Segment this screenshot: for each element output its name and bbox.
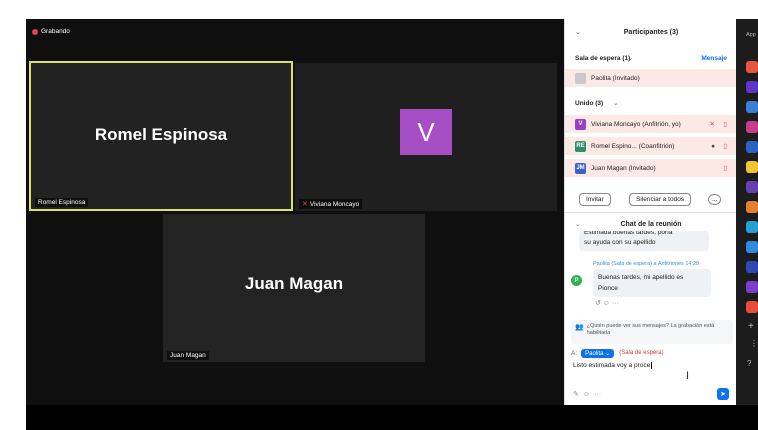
app-icon[interactable] [746, 221, 758, 233]
apps-sidebar: App + ⋮ ? [736, 19, 758, 405]
video-off-icon[interactable]: ▯ [723, 142, 727, 150]
joined-header[interactable]: Unido (3) ⌄ [565, 96, 737, 110]
privacy-notice: 👥 ¿Quién puede ver sus mensajes? La grab… [571, 320, 733, 344]
notice-text: ¿Quién puede ver sus mensajes? La grabac… [586, 323, 715, 336]
chevron-down-icon: ⌄ [628, 55, 634, 62]
joined-label: Unido (3) [575, 99, 604, 107]
app-icon[interactable] [746, 301, 758, 313]
draft-text: Listo estimada voy a proce [573, 362, 651, 369]
add-app-icon[interactable]: + [748, 321, 754, 332]
avatar-initial: V [417, 116, 435, 147]
video-gallery: Romel Espinosa Romel Espinosa V ✕ Vivian… [26, 19, 564, 405]
app-icon[interactable] [746, 101, 758, 113]
app-icon[interactable] [746, 201, 758, 213]
app-icon[interactable] [746, 241, 758, 253]
people-icon: 👥 [575, 324, 584, 331]
invite-button[interactable]: Invitar [579, 192, 611, 206]
participant-name: Romel Espino... (Coanfitrión) [591, 142, 675, 150]
participants-actions: Invitar Silenciar a todos ... [565, 191, 737, 207]
participant-row[interactable]: V Viviana Moncayo (Anfitrión, yo) ✕ ▯ [565, 115, 737, 133]
mic-icon[interactable]: ● [711, 143, 715, 150]
message-reactions[interactable]: ↺ ☺ ··· [595, 299, 731, 307]
app-icon[interactable] [746, 181, 758, 193]
participant-name: Viviana Moncayo (Anfitrión, yo) [591, 120, 681, 128]
mic-muted-icon: ✕ [302, 201, 308, 208]
participants-title: Participantes (3) [623, 28, 679, 36]
more-icon[interactable]: ··· [594, 391, 601, 398]
tile-label: ✕ Viviana Moncayo [299, 199, 363, 209]
waiting-room-label: Sala de espera (1) [575, 54, 631, 62]
recipient-name: Paolita [585, 350, 604, 357]
app-icon[interactable] [746, 141, 758, 153]
record-icon [32, 28, 38, 35]
message-text: Buenas tardes, mi apellido es [598, 274, 684, 281]
tile-label: Romel Espinosa [35, 198, 89, 207]
message-bubble: Estimada buenas tardes, porfa su ayuda c… [579, 231, 709, 251]
app-icon[interactable] [746, 281, 758, 293]
participant-name: Juan Magan [244, 274, 344, 293]
chat-toolbar: ✎ ☺ ··· ➤ [565, 387, 737, 401]
member-name: Paolita (Invitado) [591, 74, 640, 82]
recipient-row: A: Paolita ⌄ (Sala de espera) [565, 346, 737, 360]
mute-all-button[interactable]: Silenciar a todos [629, 192, 692, 206]
emoji-icon[interactable]: ☺ [583, 391, 590, 398]
waiting-member[interactable]: Paolita (Invitado) [565, 69, 737, 87]
app-icon[interactable] [746, 81, 758, 93]
video-off-icon[interactable]: ▯ [723, 120, 727, 128]
more-icon[interactable]: ⋮ [750, 339, 758, 348]
message-bubble: Buenas tardes, mi apellido es Pionce [593, 269, 711, 297]
message-text: Pionce [598, 285, 618, 292]
avatar [575, 72, 586, 84]
avatar: JM [575, 162, 586, 174]
message-button[interactable]: Mensaje [701, 55, 727, 62]
app-icon[interactable] [746, 61, 758, 73]
participants-header: ⌄ Participantes (3) [565, 25, 737, 39]
participant-name: Juan Magan (Invitado) [591, 164, 656, 172]
chat-input[interactable]: Listo estimada voy a proce [573, 362, 733, 376]
participant-row[interactable]: JM Juan Magan (Invitado) ▯ [565, 159, 737, 177]
participant-name: Romel Espinosa [94, 125, 228, 144]
participant-row[interactable]: RE Romel Espino... (Coanfitrión) ● ▯ [565, 137, 737, 155]
chat-header: ⌄ Chat de la reunión [565, 217, 737, 231]
message-header: Paolita (Sala de espera) a Anfitriones 1… [593, 261, 700, 267]
app-icon[interactable] [746, 121, 758, 133]
video-tile-juan[interactable]: Juan Magan Juan Magan [163, 214, 425, 362]
recipient-dropdown[interactable]: Paolita ⌄ [581, 348, 615, 358]
avatar: P [571, 275, 582, 286]
chevron-down-icon: ⌄ [613, 100, 619, 107]
chat-message: Paolita (Sala de espera) a Anfitriones 1… [571, 261, 731, 307]
app-icon[interactable] [746, 161, 758, 173]
format-icon[interactable]: ✎ [573, 390, 579, 398]
message-text: su ayuda con su apellido [584, 239, 656, 246]
video-tile-viviana[interactable]: V ✕ Viviana Moncayo [295, 63, 557, 211]
divider [565, 212, 736, 213]
avatar: V [575, 118, 586, 130]
more-button[interactable]: ... [708, 193, 722, 205]
tile-label: Juan Magan [167, 351, 209, 360]
video-off-icon[interactable]: ▯ [723, 164, 727, 172]
apps-label: App [746, 32, 756, 38]
side-panel: ⌄ Participantes (3) Sala de espera (1) ⌄… [564, 19, 737, 405]
tile-label-text: Viviana Moncayo [309, 200, 360, 208]
recording-label: Grabando [41, 28, 70, 35]
waiting-room-header[interactable]: Sala de espera (1) ⌄ Mensaje [565, 51, 737, 65]
mic-muted-icon[interactable]: ✕ [710, 120, 715, 128]
recipient-note: (Sala de espera) [619, 350, 664, 356]
chat-title: Chat de la reunión [620, 220, 682, 228]
avatar: RE [575, 140, 586, 152]
text-cursor-icon: I [686, 370, 690, 382]
avatar: V [400, 109, 452, 155]
app-icon[interactable] [746, 261, 758, 273]
video-tile-romel[interactable]: Romel Espinosa Romel Espinosa [29, 61, 293, 211]
chat-message: Estimada buenas tardes, porfa su ayuda c… [579, 231, 709, 251]
send-button[interactable]: ➤ [717, 388, 729, 400]
help-icon[interactable]: ? [747, 359, 751, 368]
to-label: A: [571, 349, 578, 357]
recording-indicator: Grabando [32, 28, 70, 35]
screen: Romel Espinosa Romel Espinosa V ✕ Vivian… [0, 0, 758, 430]
